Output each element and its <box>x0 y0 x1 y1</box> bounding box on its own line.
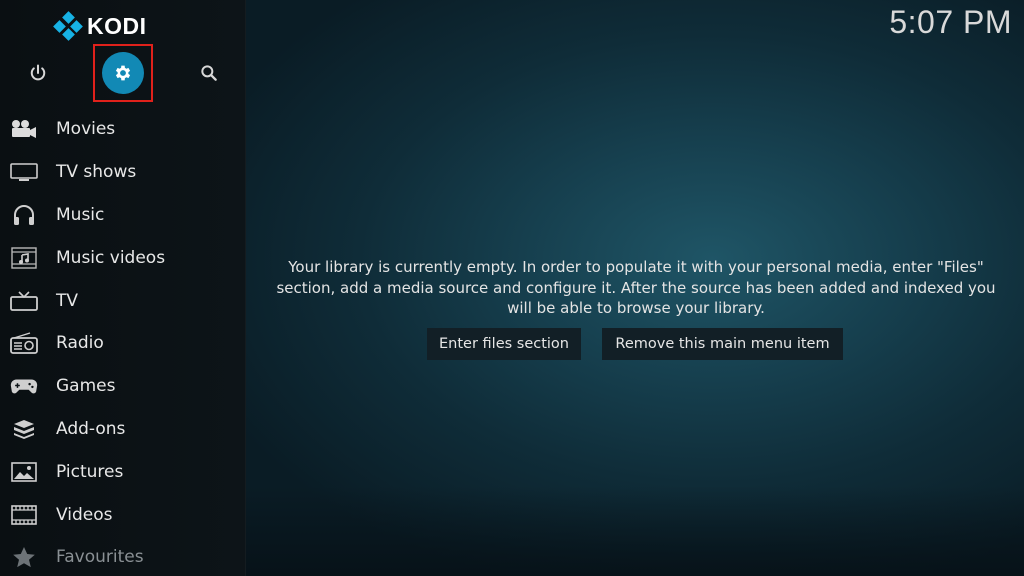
sidebar: KODI Movies TV shows Music Music videos … <box>0 0 246 576</box>
sidebar-item-label: Favourites <box>56 547 144 568</box>
sidebar-item-add-ons[interactable]: Add-ons <box>0 408 246 451</box>
star-icon <box>10 546 38 568</box>
search-button[interactable] <box>187 51 231 95</box>
sidebar-item-label: Videos <box>56 504 113 525</box>
picture-icon <box>10 461 38 483</box>
tv-monitor-icon <box>10 161 38 183</box>
logo-text: KODI <box>87 12 147 39</box>
sidebar-item-label: Pictures <box>56 461 124 482</box>
sidebar-item-label: TV <box>56 290 79 311</box>
kodi-logo: KODI <box>53 11 147 41</box>
sidebar-item-videos[interactable]: Videos <box>0 493 246 536</box>
tv-icon <box>10 290 38 312</box>
remove-main-menu-item-button[interactable]: Remove this main menu item <box>602 328 843 360</box>
sidebar-item-label: Add-ons <box>56 418 126 439</box>
movie-camera-icon <box>10 118 38 140</box>
gamepad-icon <box>10 375 38 397</box>
settings-button[interactable] <box>101 51 145 95</box>
sidebar-item-label: Music videos <box>56 247 166 268</box>
headphones-icon <box>10 204 38 226</box>
sidebar-item-favourites[interactable]: Favourites <box>0 536 246 576</box>
film-strip-icon <box>10 504 38 526</box>
sidebar-item-movies[interactable]: Movies <box>0 108 246 151</box>
sidebar-item-tv-shows[interactable]: TV shows <box>0 151 246 194</box>
sidebar-item-music-videos[interactable]: Music videos <box>0 236 246 279</box>
power-icon <box>30 64 46 81</box>
gear-icon <box>115 65 131 81</box>
sidebar-item-tv[interactable]: TV <box>0 279 246 322</box>
sidebar-item-label: Games <box>56 376 116 397</box>
sidebar-item-music[interactable]: Music <box>0 194 246 237</box>
action-buttons: Enter files section Remove this main men… <box>0 328 1024 360</box>
sidebar-item-label: Movies <box>56 119 116 140</box>
clock: 5:07 PM <box>889 4 1012 40</box>
enter-files-section-button[interactable]: Enter files section <box>427 328 581 360</box>
sidebar-item-label: TV shows <box>56 162 137 183</box>
sidebar-item-games[interactable]: Games <box>0 365 246 408</box>
sidebar-item-label: Music <box>56 204 105 225</box>
search-icon <box>201 65 217 81</box>
empty-library-message: Your library is currently empty. In orde… <box>276 258 996 317</box>
top-icon-bar <box>0 44 246 102</box>
kodi-logo-icon <box>53 11 83 41</box>
music-video-icon <box>10 247 38 269</box>
sidebar-item-pictures[interactable]: Pictures <box>0 450 246 493</box>
addons-box-icon <box>10 418 38 440</box>
power-button[interactable] <box>16 51 60 95</box>
